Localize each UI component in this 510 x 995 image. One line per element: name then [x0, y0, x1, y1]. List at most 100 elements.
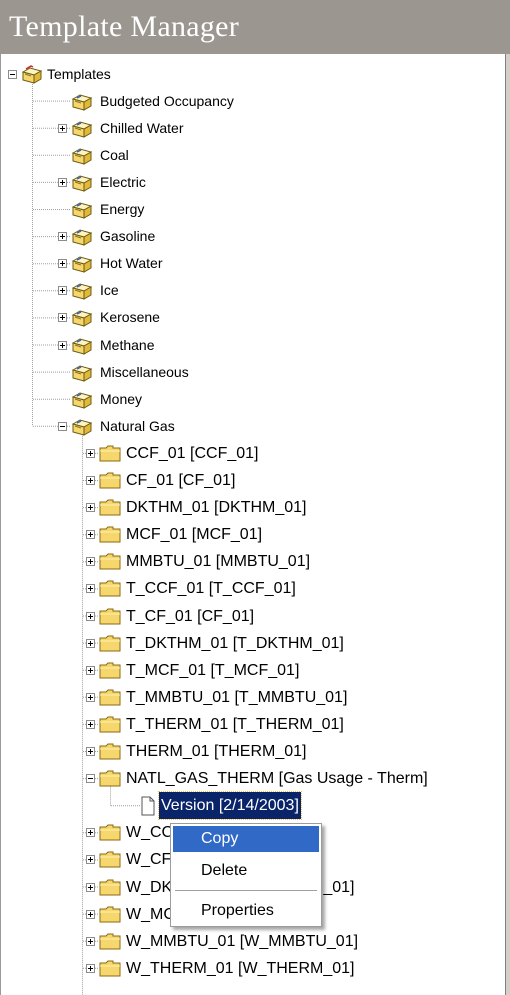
template-book-icon [71, 390, 93, 415]
tree-root-templates[interactable]: Templates [1, 61, 506, 88]
menu-separator [175, 890, 317, 892]
template-book-icon [71, 173, 93, 198]
template-book-icon [71, 363, 93, 388]
expand-toggle-icon[interactable] [58, 340, 67, 350]
tree-template-folder[interactable]: T_MCF_01 [T_MCF_01] [1, 657, 506, 684]
tree-category-coal[interactable]: Coal [1, 142, 506, 169]
folder-icon [99, 525, 121, 548]
expand-toggle-icon[interactable] [58, 232, 67, 242]
tree-category-budgeted-occupancy[interactable]: Budgeted Occupancy [1, 88, 506, 115]
tree-item-label: Ice [100, 282, 119, 299]
expand-toggle-icon[interactable] [86, 503, 95, 513]
collapse-toggle-icon[interactable] [86, 774, 95, 784]
tree-item-label: W_MMBTU_01 [W_MMBTU_01] [126, 932, 359, 950]
tree-item-label: Coal [100, 146, 129, 163]
expand-toggle-icon[interactable] [86, 530, 95, 540]
tree-template-folder[interactable]: T_THERM_01 [T_THERM_01] [1, 711, 506, 738]
expand-toggle-icon[interactable] [86, 476, 95, 485]
tree-item-label: Budgeted Occupancy [100, 92, 234, 109]
tree-item-label: T_MCF_01 [T_MCF_01] [126, 661, 300, 679]
tree-category-ice[interactable]: Ice [1, 277, 506, 304]
tree-template-folder[interactable]: DKTHM_01 [DKTHM_01] [1, 494, 506, 521]
template-book-icon [71, 200, 93, 225]
folder-icon [99, 850, 121, 873]
expand-toggle-icon[interactable] [58, 259, 67, 269]
tree-template-folder[interactable]: W_MMBTU_01 [W_MMBTU_01] [1, 928, 506, 955]
tree-item-label: Chilled Water [100, 119, 184, 136]
tree-category-chilled-water[interactable]: Chilled Water [1, 115, 506, 142]
template-book-icon [71, 254, 93, 279]
tree-version-item[interactable]: Version [2/14/2003] [1, 791, 506, 821]
expand-toggle-icon[interactable] [58, 123, 67, 133]
expand-toggle-icon[interactable] [86, 963, 95, 973]
tree-item-label: MCF_01 [MCF_01] [126, 526, 263, 544]
expand-toggle-icon[interactable] [86, 557, 95, 567]
tree-template-folder[interactable]: T_DKTHM_01 [T_DKTHM_01] [1, 630, 506, 657]
folder-icon [99, 742, 121, 765]
template-book-icon [71, 146, 93, 171]
tree-item-label: T_THERM_01 [T_THERM_01] [126, 715, 344, 733]
tree-item-label: T_DKTHM_01 [T_DKTHM_01] [126, 634, 344, 652]
tree-template-folder[interactable]: NATL_GAS_THERM [Gas Usage - Therm] [1, 765, 506, 792]
expand-toggle-icon[interactable] [86, 882, 95, 892]
tree-template-folder[interactable]: W_THERM_01 [W_THERM_01] [1, 955, 506, 982]
folder-icon [99, 552, 121, 575]
tree-item-label: T_MMBTU_01 [T_MMBTU_01] [126, 688, 348, 706]
tree-template-folder[interactable]: MCF_01 [MCF_01] [1, 521, 506, 548]
tree-template-folder[interactable]: THERM_01 [THERM_01] [1, 738, 506, 765]
folder-icon [99, 661, 121, 684]
expand-toggle-icon[interactable] [86, 828, 95, 838]
expand-toggle-icon[interactable] [86, 665, 95, 675]
expand-toggle-icon[interactable] [86, 936, 95, 946]
expand-toggle-icon[interactable] [86, 747, 95, 756]
folder-icon [99, 579, 121, 602]
tree-template-folder[interactable]: T_CF_01 [CF_01] [1, 603, 506, 630]
tree-category-hot-water[interactable]: Hot Water [1, 250, 506, 277]
expand-toggle-icon[interactable] [86, 719, 95, 729]
tree-item-label: T_CCF_01 [T_CCF_01] [126, 580, 296, 598]
folder-icon [99, 878, 121, 901]
tree-item-label: Money [100, 390, 143, 407]
tree-category-money[interactable]: Money [1, 386, 506, 413]
tree-item-label: Energy [100, 201, 145, 217]
expand-toggle-icon[interactable] [86, 692, 95, 702]
menu-item-copy[interactable]: Copy [173, 826, 319, 852]
template-book-icon [71, 227, 93, 252]
tree-item-label: Version [2/14/2003] [158, 791, 302, 821]
expand-toggle-icon[interactable] [86, 448, 95, 458]
tree-item-label: THERM_01 [THERM_01] [126, 743, 307, 760]
template-book-icon [71, 336, 93, 361]
tree-item-label: W_THERM_01 [W_THERM_01] [126, 959, 355, 977]
menu-item-properties[interactable]: Properties [173, 898, 319, 924]
tree-template-folder[interactable]: CF_01 [CF_01] [1, 467, 506, 494]
expand-toggle-icon[interactable] [58, 313, 67, 323]
tree-category-energy[interactable]: Energy [1, 196, 506, 223]
tree-category-natural-gas[interactable]: Natural Gas [1, 413, 506, 440]
tree-template-folder[interactable]: CCF_01 [CCF_01] [1, 440, 506, 467]
collapse-toggle-icon[interactable] [8, 69, 17, 79]
tree-category-methane[interactable]: Methane [1, 332, 506, 359]
menu-item-delete[interactable]: Delete [173, 858, 319, 884]
tree-category-kerosene[interactable]: Kerosene [1, 304, 506, 331]
tree-template-folder[interactable]: MMBTU_01 [MMBTU_01] [1, 548, 506, 575]
document-icon [140, 796, 156, 821]
tree-category-electric[interactable]: Electric [1, 169, 506, 196]
tree-item-label: MMBTU_01 [MMBTU_01] [126, 553, 311, 571]
expand-toggle-icon[interactable] [86, 909, 95, 919]
tree-template-folder[interactable]: T_CCF_01 [T_CCF_01] [1, 575, 506, 602]
expand-toggle-icon[interactable] [58, 286, 67, 296]
template-book-icon [71, 119, 93, 144]
tree-template-folder[interactable]: T_MMBTU_01 [T_MMBTU_01] [1, 684, 506, 711]
window-title: Template Manager [9, 10, 240, 43]
tree-category-gasoline[interactable]: Gasoline [1, 223, 506, 250]
tree-item-label: Templates [47, 65, 111, 82]
collapse-toggle-icon[interactable] [58, 421, 67, 431]
expand-toggle-icon[interactable] [86, 611, 95, 621]
expand-toggle-icon[interactable] [86, 638, 95, 648]
tree-category-miscellaneous[interactable]: Miscellaneous [1, 359, 506, 386]
expand-toggle-icon[interactable] [86, 584, 95, 594]
expand-toggle-icon[interactable] [86, 855, 95, 865]
expand-toggle-icon[interactable] [58, 177, 67, 187]
context-menu[interactable]: Copy Delete Properties [170, 823, 322, 927]
tree-item-label: Electric [100, 173, 146, 190]
